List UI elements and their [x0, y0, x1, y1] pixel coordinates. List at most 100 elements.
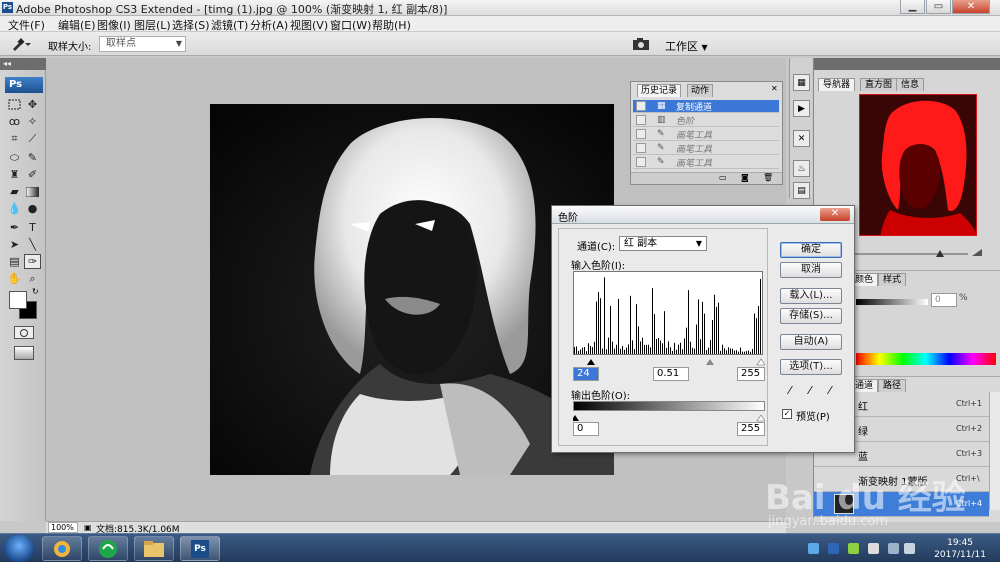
- display-tray-icon[interactable]: [888, 543, 899, 554]
- foreground-color-swatch[interactable]: [9, 291, 27, 309]
- maximize-button[interactable]: ▭: [926, 0, 951, 14]
- workspace-menu[interactable]: 工作区 ▼: [665, 38, 708, 54]
- zoom-tool-icon[interactable]: ⌕: [24, 271, 41, 286]
- taskbar-clock[interactable]: 19:45 2017/11/11: [934, 537, 986, 561]
- navigator-thumbnail[interactable]: [859, 94, 977, 236]
- line-tool-icon[interactable]: ╲: [24, 237, 41, 252]
- save-button[interactable]: 存储(S)...: [780, 308, 842, 324]
- history-source-checkbox[interactable]: [636, 129, 646, 139]
- eraser-tool-icon[interactable]: ▰: [6, 184, 23, 199]
- tab-histogram[interactable]: 直方图: [860, 78, 898, 91]
- white-eyedropper-icon[interactable]: ⁄: [829, 384, 831, 397]
- network-tray-icon[interactable]: [808, 543, 819, 554]
- preview-checkbox[interactable]: ✓: [782, 409, 792, 419]
- lasso-tool-icon[interactable]: ꝏ: [6, 114, 23, 129]
- blur-tool-icon[interactable]: 💧: [6, 201, 23, 216]
- tab-navigator[interactable]: 导航器: [818, 78, 856, 91]
- magic-wand-tool-icon[interactable]: ✧: [24, 114, 41, 129]
- crop-tool-icon[interactable]: ⌗: [6, 131, 23, 146]
- channel-row-mask[interactable]: 渐变映射 1蒙版 Ctrl+\: [814, 467, 989, 492]
- sample-size-select[interactable]: 取样点 ▼: [99, 36, 186, 52]
- taskbar-app-photoshop[interactable]: Ps: [180, 536, 220, 561]
- load-button[interactable]: 载入(L)...: [780, 288, 842, 304]
- color-value-field[interactable]: 0: [931, 293, 957, 307]
- color-spectrum-bar[interactable]: [856, 353, 996, 365]
- gray-eyedropper-icon[interactable]: ⁄: [809, 384, 811, 397]
- tab-styles[interactable]: 样式: [878, 273, 907, 286]
- move-tool-icon[interactable]: ✥: [24, 97, 41, 112]
- actions-dock-icon[interactable]: ▶: [793, 100, 810, 117]
- toolbox-collapse-handle[interactable]: ◂◂: [0, 58, 46, 70]
- options-button[interactable]: 选项(T)...: [780, 359, 842, 375]
- panel-close-icon[interactable]: ✕: [771, 84, 778, 93]
- ok-button[interactable]: 确定: [780, 242, 842, 258]
- history-source-checkbox[interactable]: [636, 157, 646, 167]
- input-slider-track[interactable]: [573, 356, 766, 366]
- type-tool-icon[interactable]: T: [24, 220, 41, 235]
- input-black-field[interactable]: 24: [573, 367, 599, 381]
- history-item[interactable]: ▦ 复制通道: [633, 100, 779, 113]
- shield-tray-icon[interactable]: [828, 543, 839, 554]
- grayscale-slider[interactable]: [856, 299, 928, 305]
- history-source-checkbox[interactable]: [636, 115, 646, 125]
- volume-tray-icon[interactable]: [904, 543, 915, 554]
- history-item[interactable]: ✎ 画笔工具: [633, 156, 779, 169]
- auto-button[interactable]: 自动(A): [780, 334, 842, 350]
- dodge-tool-icon[interactable]: ●: [24, 201, 41, 216]
- output-slider-track[interactable]: [571, 412, 766, 422]
- new-document-icon[interactable]: ▭: [719, 173, 727, 182]
- eyedropper-tool-icon[interactable]: ✑: [24, 254, 41, 269]
- swap-colors-icon[interactable]: ↻: [32, 287, 39, 296]
- taskbar-app-360[interactable]: [42, 536, 82, 561]
- tools-dock-icon[interactable]: ✕: [793, 130, 810, 147]
- history-item[interactable]: ▥ 色阶: [633, 114, 779, 127]
- black-eyedropper-icon[interactable]: ⁄: [789, 384, 791, 397]
- taskbar-app-browser[interactable]: [88, 536, 128, 561]
- menu-filter[interactable]: 滤镜(T): [211, 17, 248, 33]
- tab-actions[interactable]: 动作: [687, 84, 714, 97]
- panel-dock-header[interactable]: [814, 58, 1000, 70]
- history-source-checkbox[interactable]: [636, 143, 646, 153]
- history-brush-tool-icon[interactable]: ✐: [24, 167, 41, 182]
- quick-mask-icon[interactable]: [14, 326, 34, 339]
- menu-view[interactable]: 视图(V): [290, 17, 328, 33]
- path-selection-tool-icon[interactable]: ➤: [6, 237, 23, 252]
- cancel-button[interactable]: 取消: [780, 262, 842, 278]
- menu-layer[interactable]: 图层(L): [134, 17, 171, 33]
- taskbar-app-explorer[interactable]: [134, 536, 174, 561]
- tab-info[interactable]: 信息: [896, 78, 925, 91]
- channel-row-red-copy[interactable]: Ctrl+4: [814, 492, 989, 517]
- dialog-titlebar[interactable]: 色阶 ✕: [552, 206, 854, 224]
- output-black-field[interactable]: 0: [573, 422, 599, 436]
- pen-tool-icon[interactable]: ✒: [6, 220, 23, 235]
- input-white-field[interactable]: 255: [737, 367, 765, 381]
- marquee-tool-icon[interactable]: [6, 97, 23, 112]
- gradient-tool-icon[interactable]: [24, 184, 41, 199]
- camera-icon[interactable]: [632, 37, 652, 51]
- history-source-checkbox[interactable]: [636, 101, 646, 111]
- screen-mode-icon[interactable]: [14, 346, 34, 360]
- output-white-field[interactable]: 255: [737, 422, 765, 436]
- status-menu-icon[interactable]: ▣: [84, 523, 92, 532]
- snapshot-icon[interactable]: ◙: [741, 173, 749, 182]
- close-button[interactable]: ✕: [952, 0, 990, 14]
- menu-image[interactable]: 图像(I): [97, 17, 131, 33]
- minimize-button[interactable]: ▁: [900, 0, 925, 14]
- menu-file[interactable]: 文件(F): [8, 17, 45, 33]
- input-gamma-field[interactable]: 0.51: [653, 367, 689, 381]
- flag-tray-icon[interactable]: [868, 543, 879, 554]
- healing-brush-tool-icon[interactable]: ⬭: [6, 150, 23, 165]
- menu-edit[interactable]: 编辑(E): [58, 17, 96, 33]
- clone-stamp-tool-icon[interactable]: ♜: [6, 167, 23, 182]
- channels-scrollbar[interactable]: [989, 392, 1000, 510]
- dialog-close-button[interactable]: ✕: [820, 208, 850, 221]
- brush-tool-icon[interactable]: ✎: [24, 150, 41, 165]
- tab-history[interactable]: 历史记录: [637, 84, 682, 97]
- history-item[interactable]: ✎ 画笔工具: [633, 142, 779, 155]
- menu-help[interactable]: 帮助(H): [372, 17, 411, 33]
- layer-comps-dock-icon[interactable]: ▤: [793, 182, 810, 199]
- eyedropper-preset-icon[interactable]: [10, 37, 32, 51]
- start-button[interactable]: [4, 535, 34, 562]
- trash-icon[interactable]: 🗑: [763, 173, 773, 182]
- menu-analysis[interactable]: 分析(A): [250, 17, 288, 33]
